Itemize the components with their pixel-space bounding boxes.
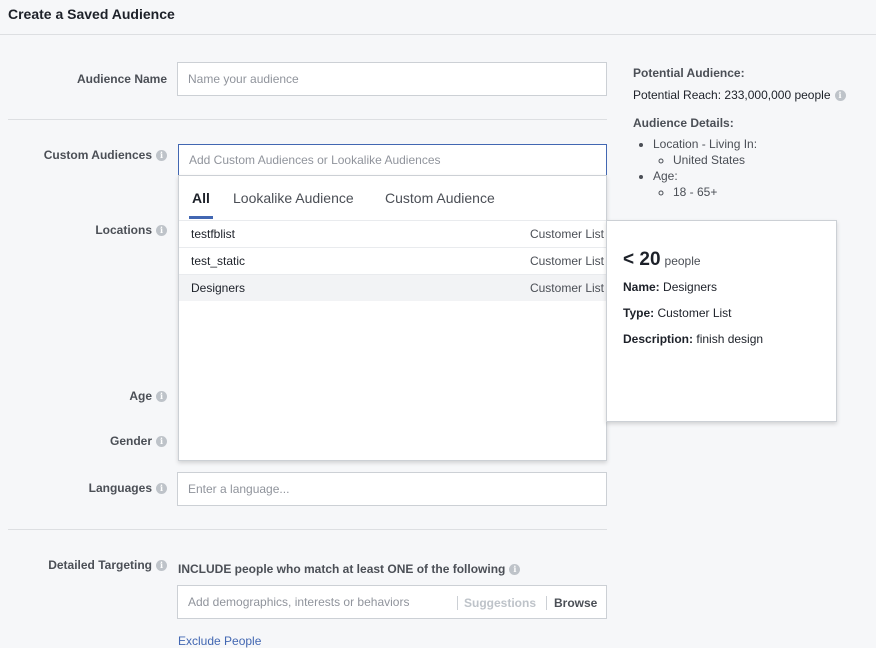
suggestions-button[interactable]: Suggestions [457,596,536,610]
list-item[interactable]: test_static Customer List [179,247,606,274]
custom-audiences-input[interactable]: Add Custom Audiences or Lookalike Audien… [178,144,607,176]
gender-label-text: Gender [109,434,152,448]
info-icon[interactable]: i [834,90,846,102]
languages-input[interactable]: Enter a language... [177,472,607,506]
hovercard-name: Name: Designers [623,280,717,294]
detailed-targeting-label-text: Detailed Targeting [48,558,152,572]
info-icon[interactable]: i [156,560,167,572]
age-value: 18 - 65+ [673,184,757,200]
type-label: Type: [623,306,655,320]
page-title: Create a Saved Audience [8,6,175,22]
age-label: Age i [20,389,167,403]
detailed-targeting-placeholder: Add demographics, interests or behaviors [188,595,410,609]
potential-reach-text: Potential Reach: 233,000,000 people [633,88,831,102]
info-icon[interactable]: i [509,564,521,576]
tab-all[interactable]: All [192,190,210,206]
audience-name: testfblist [191,227,236,241]
audience-details-list: Location - Living In: United States Age:… [633,136,757,200]
hovercard-type: Type: Customer List [623,306,732,320]
audience-name: Designers [191,281,246,295]
audience-size-value: < 20 [623,249,661,270]
audience-name-placeholder: Name your audience [188,72,299,86]
info-icon[interactable]: i [156,391,167,403]
custom-audiences-label: Custom Audiences i [20,148,167,162]
audience-name: test_static [191,254,246,268]
audience-dropdown: All Lookalike Audience Custom Audience t… [178,175,607,461]
tab-custom-audience[interactable]: Custom Audience [385,190,495,206]
exclude-people-link[interactable]: Exclude People [178,634,261,648]
audience-size: < 20 people [623,249,701,271]
section-divider [8,529,607,530]
custom-audiences-label-text: Custom Audiences [43,148,152,162]
name-value: Designers [663,280,718,294]
age-summary-label: Age: [653,169,678,183]
age-label-text: Age [129,389,152,403]
custom-audiences-placeholder: Add Custom Audiences or Lookalike Audien… [189,153,441,167]
active-tab-indicator [189,216,213,219]
name-label: Name: [623,280,660,294]
audience-hovercard: < 20 people Name: Designers Type: Custome… [606,220,837,422]
tab-lookalike-audience[interactable]: Lookalike Audience [233,190,354,206]
audience-type: Customer List [529,281,604,295]
description-value: finish design [696,332,764,346]
list-item[interactable]: testfblist Customer List [179,220,606,247]
detailed-targeting-label: Detailed Targeting i [20,558,167,572]
list-item[interactable]: Designers Customer List [179,274,606,301]
potential-reach: Potential Reach: 233,000,000 people i [633,88,846,102]
description-label: Description: [623,332,694,346]
audience-type: Customer List [529,254,604,268]
include-text: INCLUDE people who match at least ONE of… [178,562,521,576]
languages-label: Languages i [20,481,167,495]
languages-label-text: Languages [88,481,152,495]
locations-label: Locations i [20,223,167,237]
hovercard-description: Description: finish design [623,332,763,346]
potential-audience-title: Potential Audience: [633,66,745,80]
gender-label: Gender i [20,434,167,448]
locations-label-text: Locations [95,223,152,237]
audience-name-input[interactable]: Name your audience [177,62,607,96]
detailed-targeting-input[interactable]: Add demographics, interests or behaviors… [177,585,607,619]
include-text-label: INCLUDE people who match at least ONE of… [178,562,506,576]
audience-name-label: Audience Name [76,72,167,86]
audience-size-unit: people [664,254,701,268]
browse-button[interactable]: Browse [546,596,597,610]
age-item: Age: 18 - 65+ [653,168,757,200]
section-divider [8,119,607,120]
info-icon[interactable]: i [156,150,167,162]
type-value: Customer List [657,306,732,320]
info-icon[interactable]: i [156,483,167,495]
dropdown-tabs: All Lookalike Audience Custom Audience [179,176,606,219]
header-bar: Create a Saved Audience [0,0,876,35]
location-value: United States [673,152,757,168]
audience-details-title: Audience Details: [633,116,734,130]
info-icon[interactable]: i [156,225,167,237]
audience-type: Customer List [529,227,604,241]
location-label: Location - Living In: [653,137,758,151]
info-icon[interactable]: i [156,436,167,448]
languages-placeholder: Enter a language... [188,482,290,496]
location-item: Location - Living In: United States [653,136,757,168]
